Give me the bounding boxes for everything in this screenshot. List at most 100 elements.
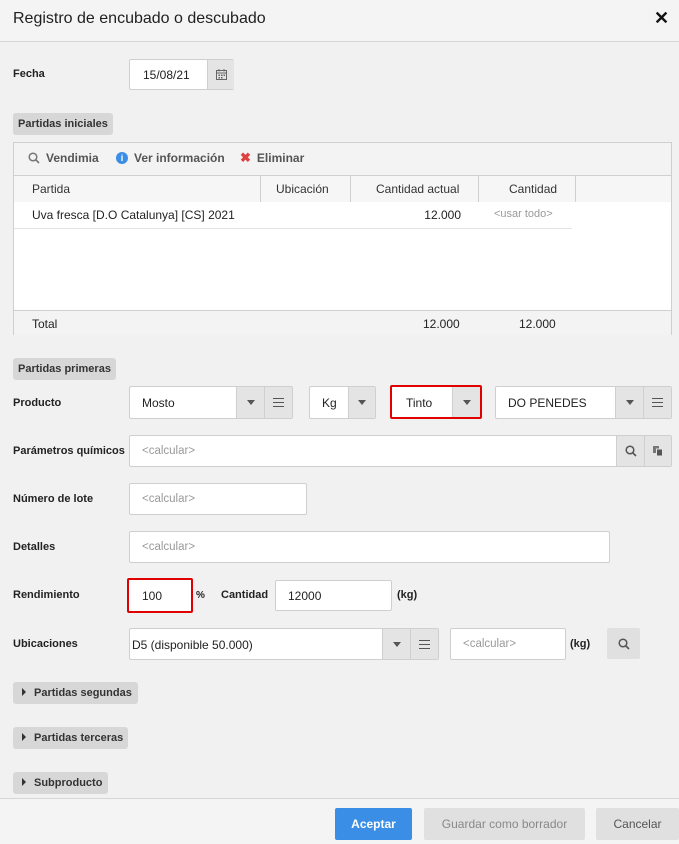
cantidad-value: 12000 xyxy=(288,589,322,603)
producto-list-button[interactable] xyxy=(264,387,292,418)
total-cantidad: 12.000 xyxy=(519,317,556,331)
grid-body: Uva fresca [D.O Catalunya] [CS] 2021 12.… xyxy=(14,202,671,310)
producto-select[interactable]: Mosto xyxy=(129,386,293,419)
unit-select[interactable]: Kg xyxy=(309,386,376,419)
aceptar-button[interactable]: Aceptar xyxy=(335,808,412,840)
table-row[interactable]: Uva fresca [D.O Catalunya] [CS] 2021 12.… xyxy=(14,202,572,229)
do-select[interactable]: DO PENEDES xyxy=(495,386,672,419)
dialog-title: Registro de encubado o descubado xyxy=(13,10,266,27)
grid-total-row: Total 12.000 12.000 xyxy=(14,310,671,335)
cantidad-label: Cantidad xyxy=(221,589,269,601)
ubicaciones-dropdown-button[interactable] xyxy=(382,629,410,659)
ubicaciones-unit: (kg) xyxy=(570,638,591,650)
column-header-cantidad-actual[interactable]: Cantidad actual xyxy=(376,182,459,196)
chevron-down-icon xyxy=(462,399,471,405)
ubicaciones-cantidad-field[interactable]: <calcular> xyxy=(450,628,566,660)
cantidad-unit: (kg) xyxy=(397,589,418,601)
row-cantidad-input[interactable]: <usar todo> xyxy=(494,208,553,220)
eliminar-button[interactable]: ✖ Eliminar xyxy=(240,151,304,165)
section-subproducto[interactable]: Subproducto xyxy=(13,772,109,794)
cancelar-button[interactable]: Cancelar xyxy=(596,808,679,840)
caret-right-icon xyxy=(22,688,26,696)
rendimiento-field[interactable]: 100 xyxy=(127,578,193,613)
ubicaciones-search-button[interactable] xyxy=(607,628,640,659)
cantidad-field[interactable]: 12000 xyxy=(275,580,392,611)
row-cantidad-actual: 12.000 xyxy=(424,208,461,222)
do-value: DO PENEDES xyxy=(508,396,587,410)
ubicaciones-list-button[interactable] xyxy=(410,629,438,659)
caret-right-icon xyxy=(22,778,26,786)
ubicaciones-select[interactable]: D5 (disponible 50.000) xyxy=(129,628,439,660)
chevron-down-icon xyxy=(392,641,401,647)
producto-label: Producto xyxy=(13,397,62,409)
eliminar-label: Eliminar xyxy=(256,151,305,165)
rendimiento-label: Rendimiento xyxy=(13,589,80,601)
calendar-button[interactable] xyxy=(207,60,234,89)
rendimiento-value: 100 xyxy=(142,589,163,603)
section-subproducto-label: Subproducto xyxy=(34,777,103,789)
unit-value: Kg xyxy=(322,396,337,410)
color-dropdown-button[interactable] xyxy=(452,387,480,417)
fecha-field[interactable]: 15/08/21 xyxy=(129,59,234,90)
numero-lote-field[interactable]: <calcular> xyxy=(129,483,307,515)
parametros-label: Parámetros químicos xyxy=(13,445,125,457)
chevron-down-icon xyxy=(358,400,366,405)
menu-icon xyxy=(652,398,663,407)
parametros-field[interactable]: <calcular> xyxy=(129,435,672,467)
section-partidas-iniciales: Partidas iniciales xyxy=(13,113,113,135)
search-icon xyxy=(624,445,637,457)
section-partidas-terceras[interactable]: Partidas terceras xyxy=(13,727,129,749)
do-list-button[interactable] xyxy=(643,387,671,418)
search-icon xyxy=(617,637,630,650)
search-icon xyxy=(28,152,40,164)
row-partida: Uva fresca [D.O Catalunya] [CS] 2021 xyxy=(32,208,235,222)
chevron-down-icon xyxy=(246,400,255,405)
ver-informacion-button[interactable]: i Ver información xyxy=(116,151,225,165)
color-value: Tinto xyxy=(406,396,433,410)
detalles-placeholder: <calcular> xyxy=(142,541,196,553)
section-partidas-segundas[interactable]: Partidas segundas xyxy=(13,682,138,704)
parametros-search-button[interactable] xyxy=(616,436,644,466)
chevron-down-icon xyxy=(625,400,634,405)
total-label: Total xyxy=(32,317,58,331)
fecha-label: Fecha xyxy=(13,68,45,80)
calendar-icon xyxy=(215,69,227,80)
grid-header: Partida Ubicación Cantidad actual Cantid… xyxy=(14,175,671,203)
info-icon: i xyxy=(116,152,128,164)
column-header-ubicacion[interactable]: Ubicación xyxy=(276,182,329,196)
fecha-value: 15/08/21 xyxy=(143,68,190,82)
caret-right-icon xyxy=(22,733,26,741)
section-partidas-primeras: Partidas primeras xyxy=(13,358,116,380)
ubicaciones-cantidad-placeholder: <calcular> xyxy=(463,638,517,650)
producto-value: Mosto xyxy=(142,396,175,410)
parametros-placeholder: <calcular> xyxy=(142,445,196,457)
do-dropdown-button[interactable] xyxy=(615,387,643,418)
rendimiento-unit: % xyxy=(196,590,205,601)
section-partidas-terceras-label: Partidas terceras xyxy=(34,732,124,744)
register-dialog: Registro de encubado o descubado ✕ Fecha… xyxy=(0,0,679,844)
producto-dropdown-button[interactable] xyxy=(236,387,264,418)
unit-dropdown-button[interactable] xyxy=(348,387,375,418)
numero-lote-label: Número de lote xyxy=(13,493,94,505)
numero-lote-placeholder: <calcular> xyxy=(142,493,196,505)
delete-x-icon: ✖ xyxy=(240,150,251,165)
total-cantidad-actual: 12.000 xyxy=(423,317,460,331)
column-header-cantidad[interactable]: Cantidad xyxy=(509,182,557,196)
close-icon[interactable]: ✕ xyxy=(654,8,669,29)
copy-icon xyxy=(653,446,663,457)
guardar-borrador-button[interactable]: Guardar como borrador xyxy=(424,808,585,840)
parametros-copy-button[interactable] xyxy=(644,436,671,466)
color-select[interactable]: Tinto xyxy=(390,385,482,419)
menu-icon xyxy=(419,639,430,649)
detalles-field[interactable]: <calcular> xyxy=(129,531,610,563)
vendimia-button[interactable]: Vendimia xyxy=(28,151,99,165)
partidas-iniciales-grid: Vendimia i Ver información ✖ Eliminar Pa… xyxy=(13,142,672,335)
section-partidas-segundas-label: Partidas segundas xyxy=(34,687,132,699)
ver-informacion-label: Ver información xyxy=(134,151,225,165)
ubicaciones-value: D5 (disponible 50.000) xyxy=(132,638,253,652)
column-header-partida[interactable]: Partida xyxy=(32,182,70,196)
ubicaciones-label: Ubicaciones xyxy=(13,638,78,650)
vendimia-label: Vendimia xyxy=(46,151,99,165)
menu-icon xyxy=(273,398,284,407)
detalles-label: Detalles xyxy=(13,541,56,553)
